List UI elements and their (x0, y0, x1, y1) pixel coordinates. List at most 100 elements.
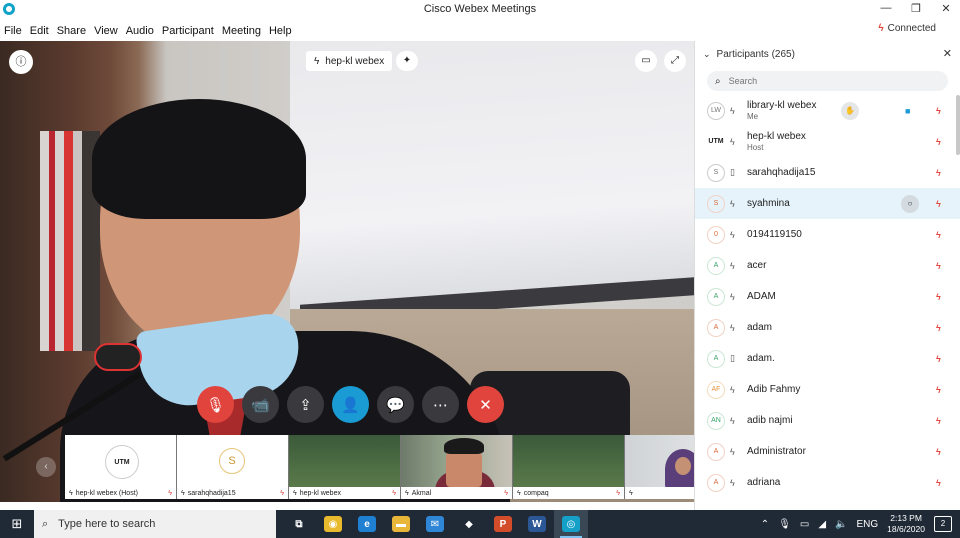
powerpoint-icon: P (494, 516, 512, 532)
muted-microphone-icon[interactable]: ϟ (936, 106, 941, 116)
participant-row[interactable]: AF ϟ Adib Fahmy ϟ (695, 374, 960, 405)
webex-taskbar-button[interactable]: ◎ (554, 510, 588, 538)
muted-microphone-icon[interactable]: ϟ (936, 292, 941, 302)
share-button[interactable]: ⇪ (287, 386, 324, 423)
participant-row[interactable]: Sϟ syahmina ○ ϟ (695, 188, 960, 219)
participant-row[interactable]: Aϟ Administrator ϟ (695, 436, 960, 467)
muted-microphone-icon[interactable]: ϟ (936, 354, 941, 364)
participant-row[interactable]: 0 ϟ 0194119150 ϟ (695, 219, 960, 250)
menu-meeting[interactable]: Meeting (222, 25, 261, 37)
participant-row[interactable]: A ▯ adam. ϟ (695, 343, 960, 374)
window-controls: — ❐ ✕ (878, 2, 954, 15)
mute-button[interactable]: 🎙 (197, 386, 234, 423)
active-speaker-video[interactable] (0, 41, 694, 502)
leave-button[interactable]: ✕ (467, 386, 504, 423)
video-thumbnail[interactable]: ϟ Akmal ϟ (401, 435, 513, 499)
more-button[interactable]: ⋯ (422, 386, 459, 423)
menu-edit[interactable]: Edit (30, 25, 49, 37)
video-thumbnail[interactable]: UTM ϟ hep-kl webex (Host) ϟ (65, 435, 177, 499)
video-button[interactable]: 📹 (242, 386, 279, 423)
menu-file[interactable]: File (4, 25, 22, 37)
participant-row[interactable]: LW ϟ library-kl webex Me ✋ ■ ϟ (695, 95, 960, 126)
muted-microphone-icon[interactable]: ϟ (936, 137, 941, 147)
notification-center-button[interactable]: 2 (934, 516, 952, 532)
file-explorer-icon: ▬ (392, 516, 410, 532)
thumbnail-name: sarahqhadija15 (187, 489, 236, 497)
edge-taskbar-button[interactable]: e (350, 510, 384, 538)
participant-row[interactable]: S ▯ sarahqhadija15 ϟ (695, 157, 960, 188)
lock-video-button[interactable]: ✦ (396, 51, 418, 71)
menu-view[interactable]: View (94, 25, 118, 37)
volume-icon[interactable]: 🔈 (835, 519, 847, 530)
network-icon[interactable]: ◢ (818, 519, 826, 530)
video-thumbnail[interactable]: ϟ hep-kl webex ϟ (289, 435, 401, 499)
participant-name: hep-kl webex Host (747, 131, 806, 152)
video-thumbnail[interactable]: Sϟ sarahqhadija15 ϟ (177, 435, 289, 499)
participant-row[interactable]: UTM ϟ hep-kl webex Host ϟ (695, 126, 960, 157)
avatar: S (707, 194, 725, 213)
thumbnail-label: ϟ Akmal ϟ (401, 487, 512, 499)
avatar: A (707, 256, 725, 275)
participant-row[interactable]: AN ϟ adib najmi ϟ (695, 405, 960, 436)
close-panel-button[interactable]: ✕ (943, 47, 952, 60)
muted-microphone-icon[interactable]: ϟ (936, 230, 941, 240)
powerpoint-taskbar-button[interactable]: P (486, 510, 520, 538)
microphone-tray-icon[interactable]: 🎙 (778, 519, 791, 530)
pinned-apps: ⧉ ◉ e ▬ ✉ ◆ P W ◎ (282, 510, 588, 538)
dropbox-taskbar-button[interactable]: ◆ (452, 510, 486, 538)
language-indicator[interactable]: ENG (857, 519, 879, 530)
menu-participant[interactable]: Participant (162, 25, 214, 37)
meeting-info-button[interactable]: ⓘ (9, 50, 33, 74)
thumbnail-video (401, 435, 512, 491)
menu-share[interactable]: Share (57, 25, 86, 37)
close-window-button[interactable]: ✕ (938, 2, 954, 15)
webex-icon: ◎ (562, 516, 580, 532)
minimize-button[interactable]: — (878, 2, 894, 15)
menu-audio[interactable]: Audio (126, 25, 154, 37)
search-icon: ⌕ (42, 517, 49, 530)
muted-microphone-icon[interactable]: ϟ (936, 261, 941, 271)
start-button[interactable]: ⊞ (0, 510, 34, 538)
participant-name-text: syahmina (747, 198, 790, 209)
muted-microphone-icon[interactable]: ϟ (936, 199, 941, 209)
muted-microphone-icon[interactable]: ϟ (936, 168, 941, 178)
raise-hand-icon[interactable]: ✋ (841, 101, 859, 120)
clock[interactable]: 2:13 PM 18/6/2020 (887, 513, 925, 535)
muted-microphone-icon[interactable]: ϟ (936, 478, 941, 488)
participant-row[interactable]: Aϟ adriana ϟ (695, 467, 960, 498)
participant-row[interactable]: Aϟ ADAM ϟ (695, 281, 960, 312)
muted-microphone-icon[interactable]: ϟ (936, 416, 941, 426)
taskbar-search[interactable]: ⌕ Type here to search (34, 510, 276, 538)
participant-row[interactable]: Aϟ adam ϟ (695, 312, 960, 343)
show-hidden-icons[interactable]: ⌃ (761, 519, 769, 530)
search-input[interactable] (728, 76, 909, 86)
audio-icon: ϟ (293, 489, 297, 497)
thumbnail-name: hep-kl webex (299, 489, 341, 497)
participant-row[interactable]: Aϟ acer ϟ (695, 250, 960, 281)
participant-name-text: ADAM (747, 291, 776, 302)
chat-button[interactable]: 💬 (377, 386, 414, 423)
participants-button[interactable]: 👤 (332, 386, 369, 423)
muted-microphone-icon[interactable]: ϟ (936, 323, 941, 333)
participants-header[interactable]: ⌄ Participants (265) ✕ (695, 41, 960, 67)
muted-microphone-icon[interactable]: ϟ (936, 385, 941, 395)
menu-help[interactable]: Help (269, 25, 292, 37)
fullscreen-button[interactable]: ⤢ (664, 50, 686, 72)
muted-microphone-icon[interactable]: ϟ (936, 447, 941, 457)
mail-taskbar-button[interactable]: ✉ (418, 510, 452, 538)
system-tray: ⌃ 🎙 ▭ ◢ 🔈 ENG 2:13 PM 18/6/2020 2 (761, 510, 960, 538)
task-view-taskbar-button[interactable]: ⧉ (282, 510, 316, 538)
panel-scrollbar[interactable] (956, 95, 960, 155)
thumbnail-prev-button[interactable]: ‹ (36, 457, 56, 477)
thumbnail-video: UTM (65, 435, 176, 487)
chrome-taskbar-button[interactable]: ◉ (316, 510, 350, 538)
layout-button[interactable]: ▭ (635, 50, 657, 72)
participant-search[interactable]: ⌕ (707, 71, 948, 91)
file-explorer-taskbar-button[interactable]: ▬ (384, 510, 418, 538)
chat-bubble-icon[interactable]: ○ (901, 194, 919, 213)
battery-icon[interactable]: ▭ (800, 519, 809, 530)
video-thumbnail[interactable]: ϟ compaq ϟ (513, 435, 625, 499)
computer-audio-icon: ϟ (730, 415, 735, 426)
word-taskbar-button[interactable]: W (520, 510, 554, 538)
restore-button[interactable]: ❐ (908, 2, 924, 15)
